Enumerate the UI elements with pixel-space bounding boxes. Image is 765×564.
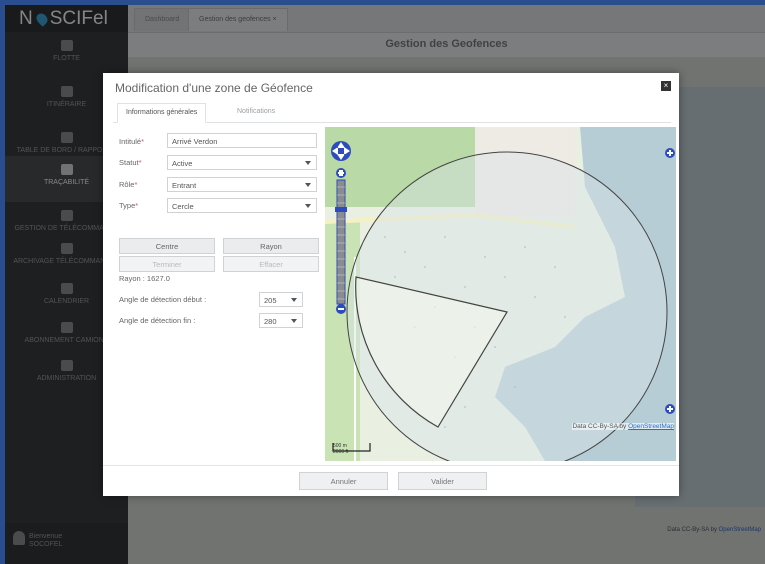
chevron-down-icon (305, 204, 311, 208)
statut-label: Statut* (119, 158, 142, 167)
map-attribution: Data CC-By-SA by OpenStreetMap (572, 423, 674, 430)
layer-toggle-plus-icon[interactable] (665, 148, 675, 158)
role-label-text: Rôle (119, 180, 135, 189)
type-select[interactable]: Cercle (167, 198, 317, 213)
angle-debut-value: 205 (264, 296, 277, 305)
rayon-button[interactable]: Rayon (223, 238, 319, 254)
pan-control[interactable] (331, 141, 351, 161)
modal-title: Modification d'une zone de Géofence (115, 81, 313, 95)
attribution-text: Data CC-By-SA by (572, 423, 629, 430)
effacer-button[interactable]: Effacer (223, 256, 319, 272)
statut-select[interactable]: Active (167, 155, 317, 170)
map-canvas[interactable] (325, 127, 676, 461)
required-mark: * (141, 137, 145, 146)
close-icon[interactable]: × (661, 81, 671, 91)
role-select[interactable]: Entrant (167, 177, 317, 192)
angle-fin-label: Angle de détection fin : (119, 316, 196, 325)
type-label: Type* (119, 201, 138, 210)
app-window: N SCIFel FLOTTE ITINÉRAIRE TABLE DE BORD … (5, 5, 765, 564)
geofence-map[interactable]: Data CC-By-SA by OpenStreetMap 500 m 2000… (325, 127, 676, 461)
centre-button[interactable]: Centre (119, 238, 215, 254)
chevron-down-icon (305, 183, 311, 187)
cancel-button[interactable]: Annuler (299, 472, 388, 490)
zoom-slider[interactable] (335, 168, 347, 314)
rayon-readout: Rayon : 1627.0 (119, 274, 170, 283)
angle-fin-select[interactable]: 280 (259, 313, 303, 328)
layer-toggle-plus-icon-2[interactable] (665, 404, 675, 414)
role-value: Entrant (172, 181, 197, 190)
tab-informations-generales[interactable]: Informations générales (117, 103, 207, 123)
required-mark: * (135, 201, 139, 210)
modal-tabs: Informations générales Notifications (113, 103, 671, 123)
intitule-label: Intitulé* (119, 137, 144, 146)
chevron-down-icon (291, 298, 297, 302)
terminer-button[interactable]: Terminer (119, 256, 215, 272)
type-value: Cercle (172, 202, 194, 211)
angle-debut-label: Angle de détection début : (119, 295, 207, 304)
submit-button[interactable]: Valider (398, 472, 487, 490)
scale-feet: 2000 ft (333, 449, 349, 455)
role-label: Rôle* (119, 180, 137, 189)
statut-label-text: Statut (119, 158, 139, 167)
modal-footer: Annuler Valider (103, 465, 679, 497)
intitule-label-text: Intitulé (119, 137, 142, 146)
required-mark: * (134, 180, 138, 189)
osm-link[interactable]: OpenStreetMap (628, 423, 674, 430)
required-mark: * (138, 158, 142, 167)
type-label-text: Type (119, 201, 136, 210)
scale-labels: 500 m 2000 ft (333, 443, 348, 455)
geofence-edit-modal: Modification d'une zone de Géofence × In… (103, 73, 679, 496)
statut-value: Active (172, 159, 193, 168)
tab-notifications[interactable]: Notifications (229, 103, 283, 121)
angle-debut-select[interactable]: 205 (259, 292, 303, 307)
angle-fin-value: 280 (264, 317, 277, 326)
chevron-down-icon (291, 319, 297, 323)
intitule-input[interactable]: Arrivé Verdon (167, 133, 317, 148)
chevron-down-icon (305, 161, 311, 165)
